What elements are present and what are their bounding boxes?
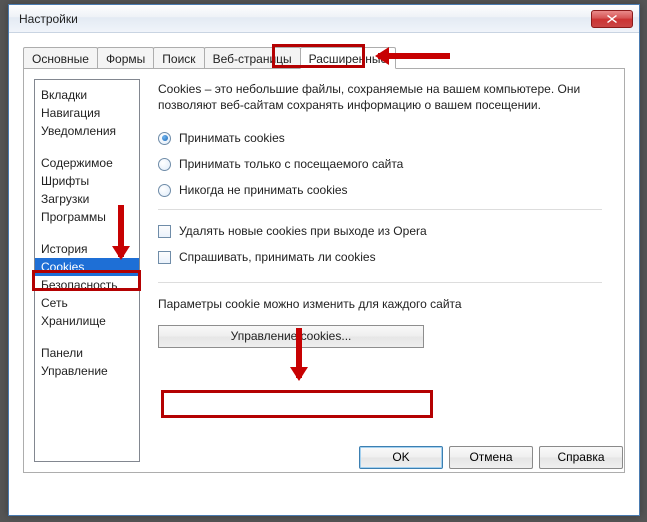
sidebar-item-management[interactable]: Управление [35, 362, 139, 380]
sidebar-item-fonts[interactable]: Шрифты [35, 172, 139, 190]
window-title: Настройки [19, 12, 591, 26]
manage-cookies-button[interactable]: Управление cookies... [158, 325, 424, 348]
advanced-panel: Вкладки Навигация Уведомления Содержимое… [23, 69, 625, 473]
radio-accept-visited[interactable]: Принимать только с посещаемого сайта [158, 157, 602, 171]
radio-label: Принимать cookies [179, 131, 285, 145]
tab-advanced[interactable]: Расширенные [300, 47, 397, 69]
close-button[interactable] [591, 10, 633, 28]
check-ask-accept[interactable]: Спрашивать, принимать ли cookies [158, 250, 602, 264]
sidebar-item-history[interactable]: История [35, 240, 139, 258]
sidebar-item-downloads[interactable]: Загрузки [35, 190, 139, 208]
dialog-buttons: OK Отмена Справка [359, 446, 623, 469]
check-delete-on-exit[interactable]: Удалять новые cookies при выходе из Oper… [158, 224, 602, 238]
checkbox-icon [158, 251, 171, 264]
checkbox-label: Спрашивать, принимать ли cookies [179, 250, 376, 264]
tab-label: Поиск [162, 52, 195, 66]
sidebar-group: Содержимое Шрифты Загрузки Программы [35, 154, 139, 226]
radio-icon [158, 184, 171, 197]
sidebar-item-panels[interactable]: Панели [35, 344, 139, 362]
help-button[interactable]: Справка [539, 446, 623, 469]
sidebar-item-notifications[interactable]: Уведомления [35, 122, 139, 140]
radio-icon [158, 132, 171, 145]
sidebar-item-security[interactable]: Безопасность [35, 276, 139, 294]
sidebar-group: Вкладки Навигация Уведомления [35, 86, 139, 140]
titlebar: Настройки [9, 5, 639, 33]
sidebar-item-programs[interactable]: Программы [35, 208, 139, 226]
cancel-button[interactable]: Отмена [449, 446, 533, 469]
radio-label: Никогда не принимать cookies [179, 183, 348, 197]
sidebar-item-cookies[interactable]: Cookies [35, 258, 139, 276]
sidebar-item-navigation[interactable]: Навигация [35, 104, 139, 122]
close-icon [607, 15, 617, 23]
sidebar: Вкладки Навигация Уведомления Содержимое… [34, 79, 140, 462]
checkbox-label: Удалять новые cookies при выходе из Oper… [179, 224, 427, 238]
tab-label: Основные [32, 52, 89, 66]
sidebar-item-network[interactable]: Сеть [35, 294, 139, 312]
radio-icon [158, 158, 171, 171]
tab-label: Формы [106, 52, 145, 66]
sidebar-item-content[interactable]: Содержимое [35, 154, 139, 172]
settings-window: Настройки Основные Формы Поиск Веб-стран… [8, 4, 640, 516]
tab-forms[interactable]: Формы [97, 47, 154, 68]
tab-label: Веб-страницы [213, 52, 292, 66]
content-area: Основные Формы Поиск Веб-страницы Расшир… [9, 33, 639, 483]
tab-basic[interactable]: Основные [23, 47, 98, 68]
radio-never-accept[interactable]: Никогда не принимать cookies [158, 183, 602, 197]
checkbox-icon [158, 225, 171, 238]
tab-webpages[interactable]: Веб-страницы [204, 47, 301, 68]
sidebar-group: Панели Управление [35, 344, 139, 380]
tabstrip: Основные Формы Поиск Веб-страницы Расшир… [23, 47, 625, 69]
per-site-note: Параметры cookie можно изменить для кажд… [158, 297, 602, 311]
radio-accept-cookies[interactable]: Принимать cookies [158, 131, 602, 145]
separator [158, 209, 602, 210]
tab-label: Расширенные [309, 52, 388, 66]
separator [158, 282, 602, 283]
main-pane: Cookies – это небольшие файлы, сохраняем… [140, 79, 614, 462]
tab-search[interactable]: Поиск [153, 47, 204, 68]
cookies-description: Cookies – это небольшие файлы, сохраняем… [158, 81, 602, 113]
sidebar-group: История Cookies Безопасность Сеть Хранил… [35, 240, 139, 330]
sidebar-item-storage[interactable]: Хранилище [35, 312, 139, 330]
radio-label: Принимать только с посещаемого сайта [179, 157, 403, 171]
sidebar-item-tabs[interactable]: Вкладки [35, 86, 139, 104]
ok-button[interactable]: OK [359, 446, 443, 469]
